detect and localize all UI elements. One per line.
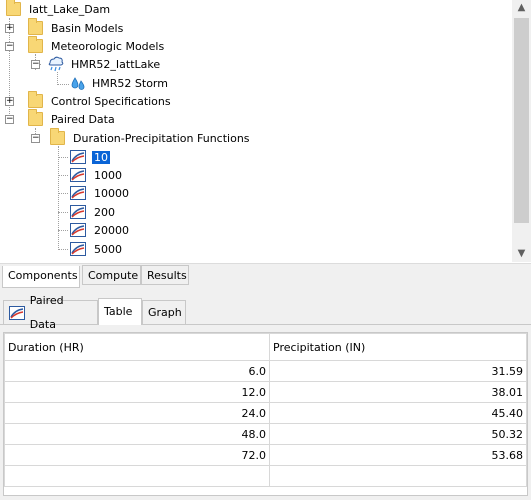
collapse-icon[interactable]: − [31,134,40,143]
tab-table[interactable]: Table [98,298,142,325]
tree-label: Duration-Precipitation Functions [73,131,250,145]
tree-line [58,157,68,158]
precipitation-cell[interactable]: 38.01 [269,381,527,403]
duration-cell[interactable] [4,465,270,487]
paired-data-icon [70,186,86,200]
component-editor: Paired Data Table Graph Duration (HR) Pr… [0,294,531,500]
tree-node-dpf-folder[interactable]: Duration-Precipitation Functions [50,128,252,147]
tree-line [58,230,68,231]
precipitation-cell[interactable]: 50.32 [269,423,527,445]
paired-data-icon [70,150,86,164]
tree-line [58,212,68,213]
tab-results[interactable]: Results [141,265,189,285]
duration-cell[interactable]: 12.0 [4,381,270,403]
tree-label: Meteorologic Models [51,39,165,53]
tab-paired-data[interactable]: Paired Data [3,294,98,331]
table-header-row: Duration (HR) Precipitation (IN) [4,333,527,361]
scroll-down-icon[interactable]: ▼ [512,246,531,262]
folder-icon [28,18,43,35]
tree-label: Basin Models [51,21,124,35]
precipitation-drops-icon [71,77,85,90]
paired-data-icon [9,305,25,320]
folder-icon [6,0,21,16]
tree-node-storm[interactable]: HMR52 Storm [70,74,170,92]
paired-data-table: Duration (HR) Precipitation (IN) 6.0 31.… [3,332,528,496]
precipitation-cell[interactable] [269,465,527,487]
collapse-icon[interactable]: − [31,60,40,69]
tree-node-met-model[interactable]: HMR52_IattLake [47,55,162,73]
tree-node-root[interactable]: Iatt_Lake_Dam [6,0,112,18]
tab-components[interactable]: Components [2,266,80,288]
precipitation-cell[interactable]: 45.40 [269,402,527,424]
editor-tab-bar: Paired Data Table Graph [0,294,531,331]
tree-line [58,175,68,176]
tab-graph[interactable]: Graph [142,300,186,324]
folder-icon [28,109,43,126]
tree-node-basin-models[interactable]: Basin Models [28,18,125,37]
tree-line [58,249,68,250]
tree-label: Control Specifications [51,94,171,108]
tree-label: 1000 [94,168,122,182]
table-row: 6.0 31.59 [4,360,527,382]
tab-label: Graph [148,305,182,319]
paired-data-icon [70,223,86,237]
tree-node-dpf-item[interactable]: 20000 [70,221,131,239]
table-row: 24.0 45.40 [4,402,527,424]
collapse-icon[interactable]: − [5,115,14,124]
tree-label: 200 [94,205,115,219]
tree-node-paired-data[interactable]: Paired Data [28,109,117,128]
duration-cell[interactable]: 6.0 [4,360,270,382]
table-row-empty [4,465,527,487]
collapse-icon[interactable]: − [5,42,14,51]
tree-vertical-scrollbar[interactable]: ▲ ▼ [512,0,531,262]
table-row: 72.0 53.68 [4,444,527,466]
component-tree: Iatt_Lake_Dam + Basin Models − Meteorolo… [0,0,512,262]
table-row: 48.0 50.32 [4,423,527,445]
tree-node-meteorologic-models[interactable]: Meteorologic Models [28,36,166,55]
tree-line [58,146,59,250]
duration-cell[interactable]: 48.0 [4,423,270,445]
precipitation-cell[interactable]: 31.59 [269,360,527,382]
watershed-explorer: Iatt_Lake_Dam + Basin Models − Meteorolo… [0,0,531,290]
scroll-up-icon[interactable]: ▲ [512,0,531,16]
tree-label: HMR52_IattLake [71,57,161,71]
folder-icon [28,36,43,53]
tab-label: Paired Data [29,293,64,331]
tree-node-dpf-item[interactable]: 10000 [70,184,131,202]
tab-label: Table [104,305,133,318]
tree-line [58,193,68,194]
tree-label: 20000 [94,223,129,237]
tree-label: 5000 [94,242,122,256]
column-header-duration[interactable]: Duration (HR) [4,333,270,361]
paired-data-icon [70,168,86,182]
tree-label: HMR52 Storm [92,76,168,90]
precipitation-cell[interactable]: 53.68 [269,444,527,466]
folder-icon [28,91,43,108]
meteorologic-model-icon [48,56,64,72]
tree-label: 10 [92,150,110,164]
tree-label: 10000 [94,186,129,200]
tree-line [57,84,69,85]
paired-data-icon [70,242,86,256]
tree-node-dpf-item[interactable]: 10 [70,148,110,166]
folder-icon [50,128,65,145]
scrollbar-thumb[interactable] [514,18,529,223]
paired-data-icon [70,205,86,219]
tree-node-control-specifications[interactable]: Control Specifications [28,91,173,110]
expand-icon[interactable]: + [5,24,14,33]
tree-node-dpf-item[interactable]: 1000 [70,166,124,184]
duration-cell[interactable]: 24.0 [4,402,270,424]
tree-node-dpf-item[interactable]: 200 [70,203,117,221]
table-row: 12.0 38.01 [4,381,527,403]
expand-icon[interactable]: + [5,97,14,106]
tree-label: Iatt_Lake_Dam [29,2,111,16]
duration-cell[interactable]: 72.0 [4,444,270,466]
tree-label: Paired Data [51,112,115,126]
tab-compute[interactable]: Compute [82,265,141,285]
explorer-tab-bar: Components Compute Results [0,263,531,290]
column-header-precipitation[interactable]: Precipitation (IN) [269,333,527,361]
tree-node-dpf-item[interactable]: 5000 [70,240,124,258]
